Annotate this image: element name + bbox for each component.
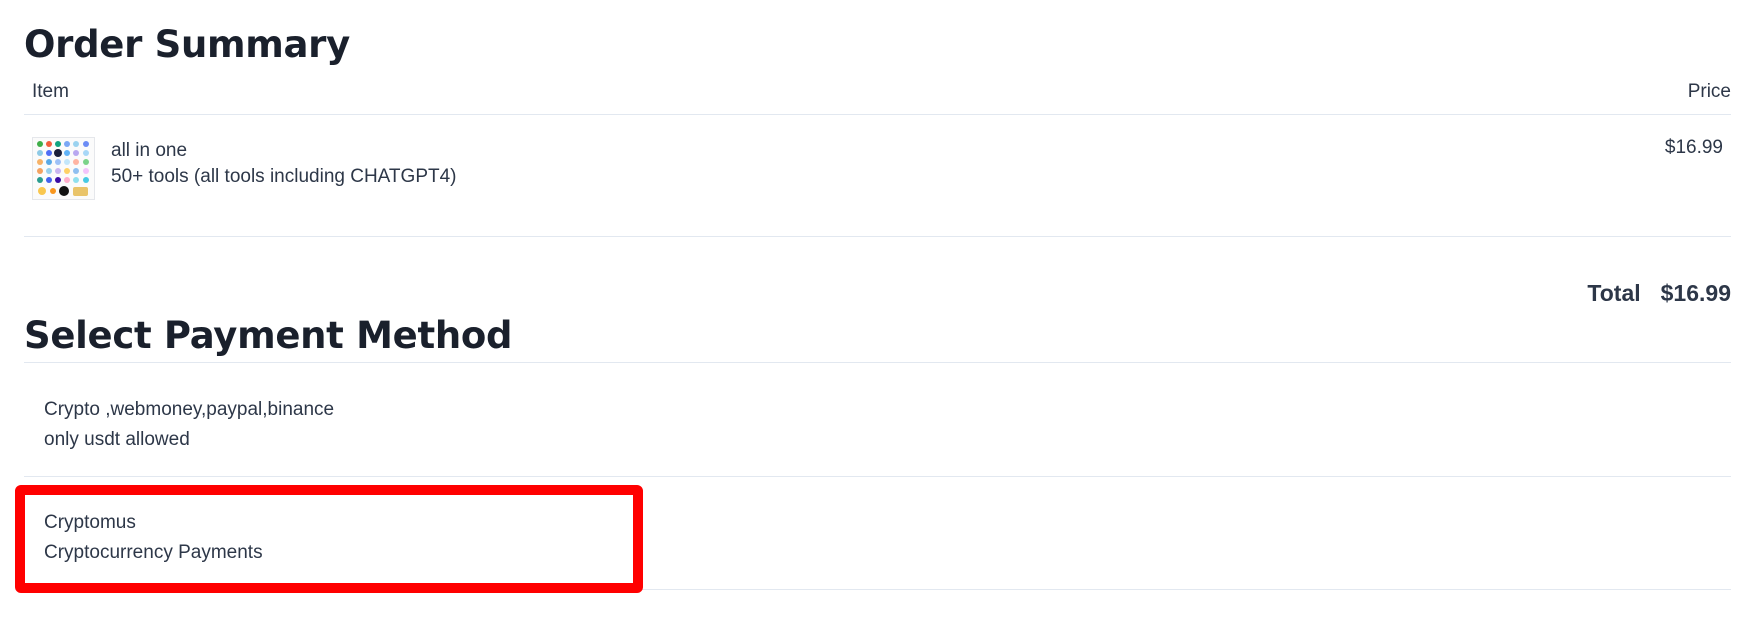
payment-option-name: Crypto ,webmoney,paypal,binance: [44, 399, 335, 420]
price-column-header: Price: [1687, 81, 1731, 102]
item-name: all in one: [111, 140, 188, 161]
divider: [24, 362, 1731, 363]
divider: [24, 476, 1731, 477]
order-summary-title: Order Summary: [24, 23, 350, 66]
payment-method-title: Select Payment Method: [24, 314, 513, 357]
total-label: Total: [1587, 280, 1641, 306]
total-value: $16.99: [1660, 280, 1731, 306]
payment-option-description: only usdt allowed: [44, 429, 190, 450]
highlight-box: [15, 485, 643, 593]
item-description: 50+ tools (all tools including CHATGPT4): [111, 166, 457, 187]
order-item-row: all in one 50+ tools (all tools includin…: [24, 115, 1731, 236]
order-total: Total $16.99: [1587, 280, 1731, 307]
divider: [24, 236, 1731, 237]
item-column-header: Item: [32, 81, 69, 102]
item-price: $16.99: [1664, 137, 1723, 158]
payment-option-crypto-webmoney[interactable]: Crypto ,webmoney,paypal,binance only usd…: [44, 395, 334, 455]
product-thumbnail-image: [32, 137, 95, 200]
